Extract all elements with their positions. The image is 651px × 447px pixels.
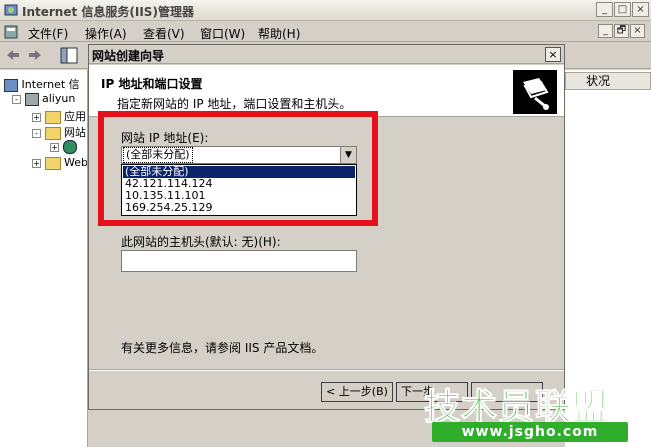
expand-icon: + xyxy=(32,158,41,168)
wizard-book-icon xyxy=(513,70,557,114)
folder-icon xyxy=(44,110,61,124)
tree-item-root[interactable]: Internet 信 xyxy=(4,76,80,92)
expand-icon: + xyxy=(50,142,59,152)
watermark-url: www.jsgho.com xyxy=(432,422,628,442)
menu-file[interactable]: 文件(F) xyxy=(28,25,68,42)
minimize-button[interactable]: _ xyxy=(596,2,613,17)
console-tree-icon[interactable] xyxy=(60,47,78,64)
window-title: Internet 信息服务(IIS)管理器 xyxy=(22,5,194,19)
server-icon xyxy=(24,92,39,106)
dialog-title: 网站创建向导 xyxy=(92,49,165,63)
close-button[interactable]: × xyxy=(632,2,649,17)
mmc-icon xyxy=(4,25,18,39)
console-tree: Internet 信 - aliyun + 应用 - 网站 + + Web xyxy=(0,70,88,447)
tree-item-web-ext[interactable]: + Web xyxy=(32,156,87,170)
back-button[interactable]: < 上一步(B) xyxy=(321,382,393,402)
child-minimize-button[interactable]: _ xyxy=(598,24,613,38)
collapse-icon: - xyxy=(32,128,41,138)
header-title: IP 地址和端口设置 xyxy=(101,77,203,91)
column-header-status[interactable]: 状况 xyxy=(565,72,651,90)
computer-icon xyxy=(4,78,18,92)
child-close-button[interactable]: × xyxy=(630,24,645,38)
host-header-input[interactable] xyxy=(121,250,357,272)
header-subtitle: 指定新网站的 IP 地址，端口设置和主机头。 xyxy=(117,97,352,111)
tree-item-server[interactable]: - aliyun xyxy=(12,92,75,106)
dialog-titlebar: 网站创建向导 × xyxy=(89,45,564,64)
dialog-header: IP 地址和端口设置 指定新网站的 IP 地址，端口设置和主机头。 xyxy=(89,65,564,117)
collapse-icon: - xyxy=(12,94,21,104)
host-header-label: 此网站的主机头(默认: 无)(H): xyxy=(121,235,281,249)
forward-arrow-icon[interactable] xyxy=(28,49,42,61)
highlight-box xyxy=(98,111,378,226)
info-text: 有关更多信息，请参阅 IIS 产品文档。 xyxy=(121,341,324,355)
menu-view[interactable]: 查看(V) xyxy=(143,25,185,42)
globe-icon xyxy=(62,140,77,154)
tree-item-default-site[interactable]: + xyxy=(50,140,77,154)
website-wizard-dialog: 网站创建向导 × IP 地址和端口设置 指定新网站的 IP 地址，端口设置和主机… xyxy=(88,44,565,410)
menu-help[interactable]: 帮助(H) xyxy=(258,25,300,42)
folder-open-icon xyxy=(44,126,61,140)
menu-action[interactable]: 操作(A) xyxy=(85,25,127,42)
menu-window[interactable]: 窗口(W) xyxy=(200,25,245,42)
tree-item-app-pools[interactable]: + 应用 xyxy=(32,108,86,124)
folder-icon xyxy=(44,156,61,170)
back-arrow-icon[interactable] xyxy=(6,49,20,61)
menu-bar: 文件(F) 操作(A) 查看(V) 窗口(W) 帮助(H) _ 🗗 × xyxy=(0,22,651,42)
window-titlebar: Internet 信息服务(IIS)管理器 _ □ × xyxy=(0,0,651,21)
expand-icon: + xyxy=(32,112,41,122)
dialog-separator xyxy=(89,369,564,371)
child-restore-button[interactable]: 🗗 xyxy=(614,24,629,38)
tree-item-sites[interactable]: - 网站 xyxy=(32,124,86,140)
dialog-close-button[interactable]: × xyxy=(545,47,561,62)
maximize-button[interactable]: □ xyxy=(614,2,631,17)
iis-app-icon xyxy=(4,4,18,16)
